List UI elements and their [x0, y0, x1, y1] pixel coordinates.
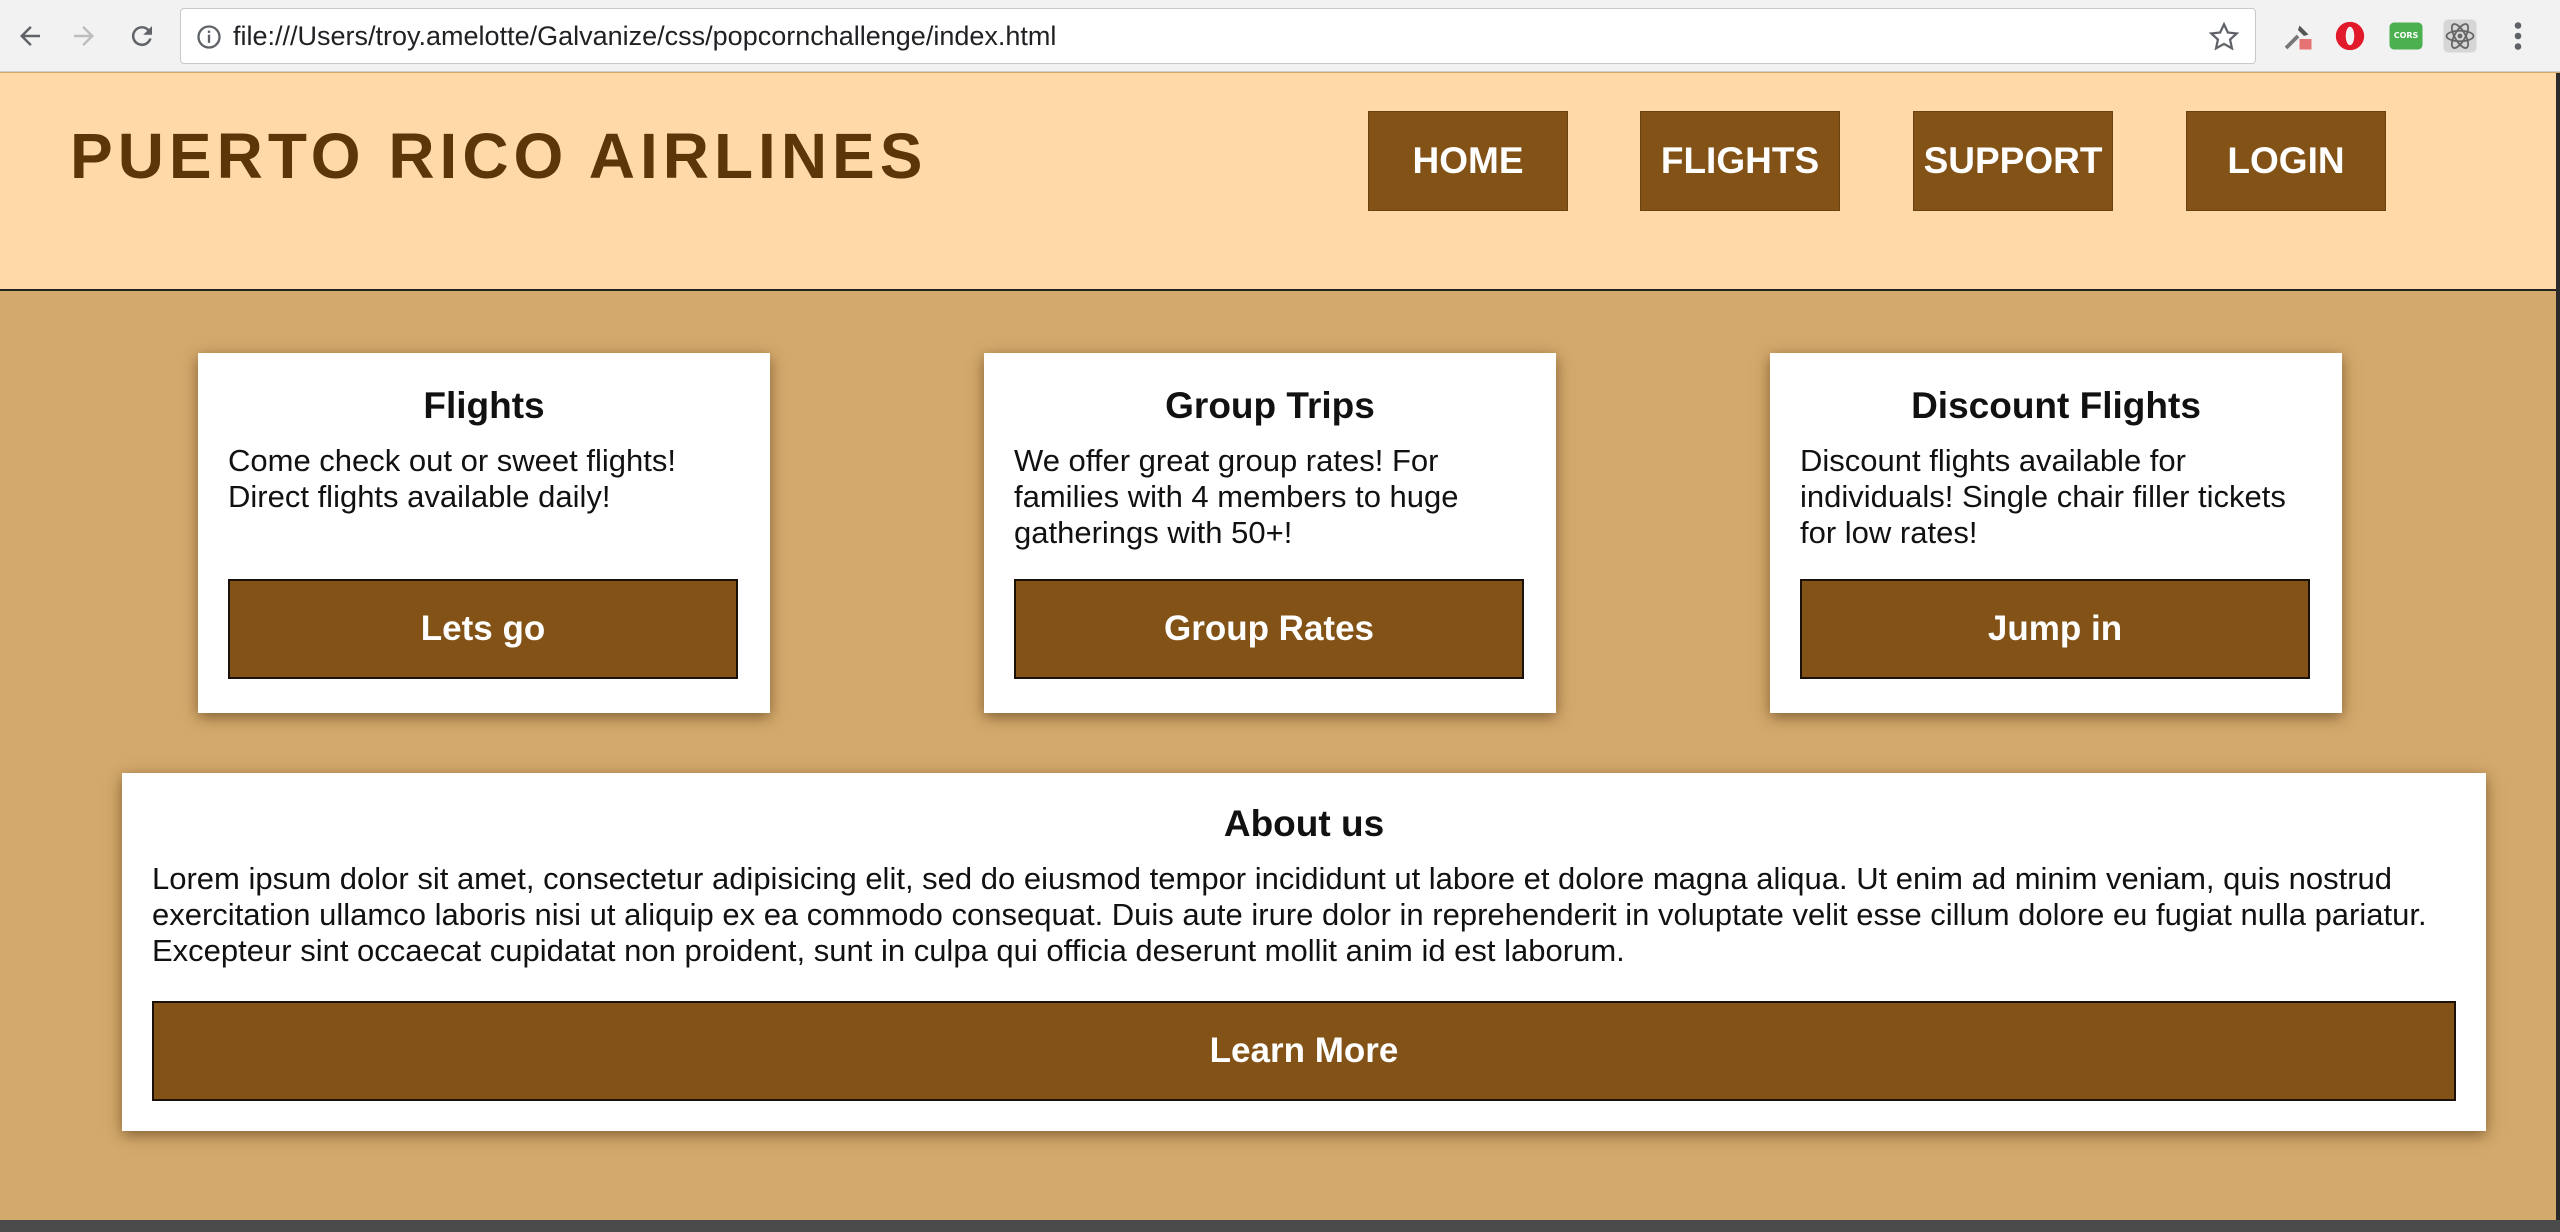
cors-icon[interactable]: CORS: [2386, 16, 2426, 56]
nav-support-button[interactable]: SUPPORT: [1913, 111, 2113, 211]
background-window-strip: [0, 1220, 2560, 1232]
site-header: PUERTO RICO AIRLINES HOME FLIGHTS SUPPOR…: [0, 73, 2556, 291]
learn-more-button[interactable]: Learn More: [152, 1001, 2456, 1101]
card-flights: Flights Come check out or sweet flights!…: [198, 353, 770, 713]
group-rates-button[interactable]: Group Rates: [1014, 579, 1524, 679]
opera-icon[interactable]: [2330, 16, 2370, 56]
star-icon[interactable]: [2207, 20, 2241, 54]
url-text[interactable]: file:///Users/troy.amelotte/Galvanize/cs…: [233, 9, 1056, 63]
about-section: About us Lorem ipsum dolor sit amet, con…: [122, 773, 2486, 1131]
menu-icon[interactable]: [2498, 16, 2538, 56]
nav-flights-button[interactable]: FLIGHTS: [1640, 111, 1840, 211]
card-title: Flights: [423, 385, 545, 426]
card-title: Discount Flights: [1911, 385, 2201, 426]
window-edge: [2556, 73, 2560, 1232]
card-group-trips: Group Trips We offer great group rates! …: [984, 353, 1556, 713]
jump-in-button[interactable]: Jump in: [1800, 579, 2310, 679]
card-text: Come check out or sweet flights! Direct …: [228, 443, 676, 514]
react-icon[interactable]: [2440, 16, 2480, 56]
reload-icon[interactable]: [120, 14, 164, 58]
back-icon[interactable]: [8, 14, 52, 58]
nav-login-button[interactable]: LOGIN: [2186, 111, 2386, 211]
info-icon[interactable]: [195, 23, 223, 51]
eyedropper-icon[interactable]: [2278, 16, 2318, 56]
page-viewport: PUERTO RICO AIRLINES HOME FLIGHTS SUPPOR…: [0, 73, 2556, 1232]
browser-toolbar: file:///Users/troy.amelotte/Galvanize/cs…: [0, 0, 2560, 72]
card-text: We offer great group rates! For families…: [1014, 443, 1459, 550]
lets-go-button[interactable]: Lets go: [228, 579, 738, 679]
forward-icon[interactable]: [62, 14, 106, 58]
about-title: About us: [1223, 803, 1385, 844]
card-title: Group Trips: [1165, 385, 1375, 426]
cors-label: CORS: [2393, 31, 2419, 40]
nav-home-button[interactable]: HOME: [1368, 111, 1568, 211]
card-discount-flights: Discount Flights Discount flights availa…: [1770, 353, 2342, 713]
about-text: Lorem ipsum dolor sit amet, consectetur …: [152, 861, 2427, 968]
card-text: Discount flights available for individua…: [1800, 443, 2286, 550]
site-logo[interactable]: PUERTO RICO AIRLINES: [70, 119, 927, 193]
address-bar[interactable]: file:///Users/troy.amelotte/Galvanize/cs…: [180, 8, 2256, 64]
